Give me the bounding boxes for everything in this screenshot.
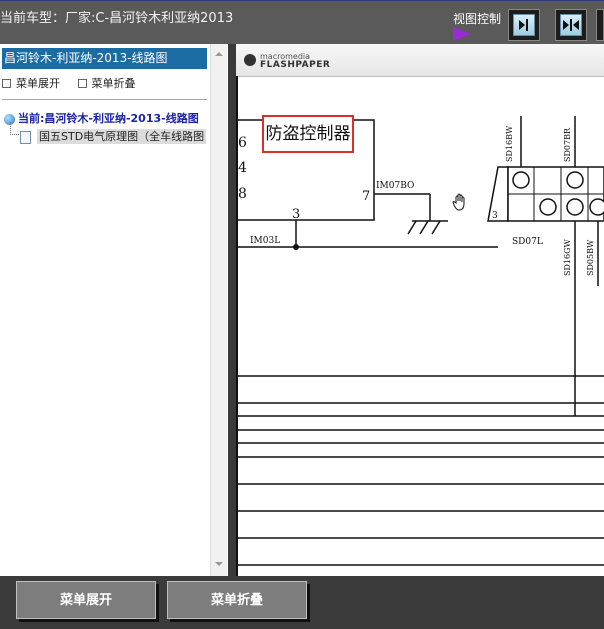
menu-collapse-button[interactable]: 菜单折叠 xyxy=(167,581,307,619)
tree-expand-label: 菜单展开 xyxy=(16,77,60,90)
tree-scrollbar[interactable] xyxy=(210,44,227,576)
panel-splitter[interactable] xyxy=(228,44,236,576)
flashpaper-toolbar: macromedia FLASHPAPER xyxy=(236,44,604,77)
tree-connector xyxy=(10,122,19,135)
flashpaper-logo: macromedia FLASHPAPER xyxy=(244,52,330,70)
wire-label-im07bo: IM07BO xyxy=(376,181,414,191)
tree-divider xyxy=(2,99,207,100)
tree-collapse-label: 菜单折叠 xyxy=(91,77,136,90)
pin-3: 3 xyxy=(292,207,300,222)
expand-right-button[interactable] xyxy=(596,9,604,41)
tree-toolbar: 菜单展开 菜单折叠 xyxy=(2,75,150,91)
wire-label-sd16gw: SD16GW xyxy=(563,239,572,276)
pin-7: 7 xyxy=(362,189,370,204)
wire-label-sd16bw: SD16BW xyxy=(505,125,514,162)
top-header: 当前车型：厂家:C-昌河铃木利亚纳2013 视图控制 xyxy=(0,0,604,45)
tree-expand-link[interactable]: 菜单展开 xyxy=(2,75,60,91)
tree-root-label: 当前:昌河铃木-利亚纳-2013-线路图 xyxy=(18,112,199,125)
tree-child-label: 国五STD电气原理图（全车线路图 xyxy=(37,129,207,144)
flashpaper-viewer: macromedia FLASHPAPER 6 4 8 3 7 IM07BO I… xyxy=(236,44,604,576)
document-icon xyxy=(20,130,31,144)
wire-label-sd07br: SD07BR xyxy=(563,127,572,162)
collapse-left-button[interactable] xyxy=(508,9,540,41)
tree-child-node[interactable]: 国五STD电气原理图（全车线路图 xyxy=(20,128,207,144)
expand-square-icon xyxy=(2,78,11,88)
wire-label-im03l: IM03L xyxy=(250,236,280,246)
pin-6: 6 xyxy=(238,135,247,151)
hand-cursor-icon xyxy=(452,193,465,211)
wire-label-sd05bw: SD05BW xyxy=(586,239,595,276)
scroll-up-icon[interactable] xyxy=(215,52,223,56)
menu-expand-button[interactable]: 菜单展开 xyxy=(16,581,156,619)
tree-collapse-link[interactable]: 菜单折叠 xyxy=(77,75,136,91)
wire-label-sd07l: SD07L xyxy=(512,237,543,247)
pin-8: 8 xyxy=(238,186,247,202)
scroll-down-icon[interactable] xyxy=(215,562,223,566)
brand-bottom: FLASHPAPER xyxy=(260,60,331,70)
menu-tree-panel: 昌河铃木-利亚纳-2013-线路图 菜单展开 菜单折叠 当前:昌河铃木-利亚纳-… xyxy=(0,44,228,576)
tree-title[interactable]: 昌河铃木-利亚纳-2013-线路图 xyxy=(2,48,207,69)
tree-root-node[interactable]: 当前:昌河铃木-利亚纳-2013-线路图 xyxy=(4,110,199,126)
current-car-type: 当前车型：厂家:C-昌河铃木利亚纳2013 xyxy=(0,11,234,26)
pin-4: 4 xyxy=(238,160,247,176)
split-view-icon xyxy=(560,14,582,36)
macromedia-logo-icon xyxy=(244,54,256,66)
split-view-button[interactable] xyxy=(555,9,587,41)
play-arrow-icon[interactable] xyxy=(453,27,471,41)
anti-theft-controller-label: 防盗控制器 xyxy=(262,115,354,153)
view-control-label: 视图控制 xyxy=(453,12,502,26)
collapse-square-icon xyxy=(77,78,87,88)
svg-text:3: 3 xyxy=(492,211,498,221)
footer-bar: 菜单展开 菜单折叠 xyxy=(0,576,604,629)
collapse-left-icon xyxy=(513,14,535,36)
